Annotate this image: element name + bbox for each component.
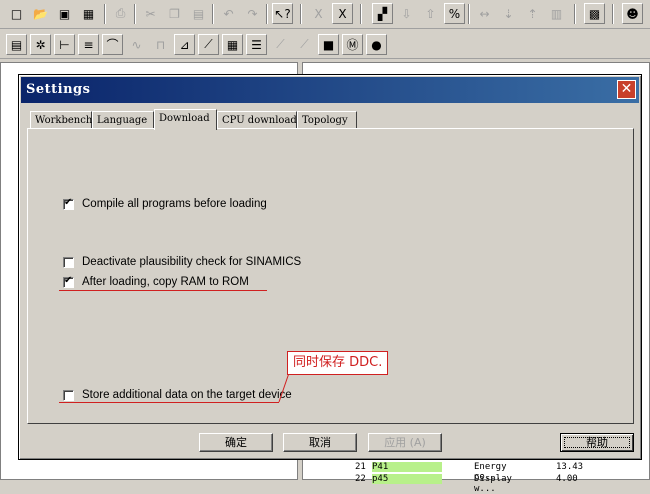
- toolbar-separator: [468, 4, 470, 24]
- toolbar-separator: [104, 4, 106, 24]
- deactivate-plausibility-label: Deactivate plausibility check for SINAMI…: [82, 256, 302, 268]
- grid-row-description: Display w...: [474, 474, 512, 494]
- annotation-callout: 同时保存 DDC.: [287, 351, 389, 375]
- toolbar-separator: [300, 4, 302, 24]
- toolbar-separator: [266, 4, 268, 24]
- grid-row-number: 22: [355, 474, 366, 484]
- table-icon[interactable]: ▦: [222, 34, 243, 55]
- option-copy-ram-to-rom[interactable]: After loading, copy RAM to ROM: [63, 275, 249, 288]
- copy-ram-to-rom-label: After loading, copy RAM to ROM: [82, 276, 249, 288]
- user-icon[interactable]: ☻: [622, 3, 643, 24]
- grid-row-number: 21: [355, 462, 366, 472]
- annotation-connector: [278, 372, 290, 403]
- annotation-underline: [59, 290, 267, 291]
- connect-icon[interactable]: ▞: [372, 3, 393, 24]
- gear-icon[interactable]: ✲: [30, 34, 51, 55]
- block-icon[interactable]: ■: [318, 34, 339, 55]
- deactivate-plausibility-checkbox[interactable]: [63, 256, 74, 268]
- tab-download[interactable]: Download: [154, 109, 217, 130]
- compile-programs-label: Compile all programs before loading: [82, 198, 267, 210]
- apply-button[interactable]: 应用 (A): [368, 433, 442, 452]
- dialog-title: Settings: [26, 82, 91, 97]
- tab-workbench[interactable]: Workbench: [30, 111, 92, 129]
- secondary-toolbar: ▤ ✲ ⊢ ≡ ⌒ ∿ ⊓ ⊿ ⟋ ▦ ☰ ⟋ ⟋ ■ Ⓜ ●: [0, 31, 650, 59]
- trace-icon[interactable]: ⟋: [294, 34, 315, 55]
- ramp-icon[interactable]: ⊿: [174, 34, 195, 55]
- close-icon: ✕: [620, 81, 633, 97]
- xe-icon[interactable]: X: [332, 3, 353, 24]
- cam-icon[interactable]: ∿: [126, 34, 147, 55]
- toolbar-separator: [612, 4, 614, 24]
- drive-icon[interactable]: ⊢: [54, 34, 75, 55]
- option-store-additional-data[interactable]: Store additional data on the target devi…: [63, 389, 292, 401]
- paste-icon[interactable]: ▤: [188, 3, 209, 24]
- option-compile-programs[interactable]: Compile all programs before loading: [63, 197, 267, 210]
- slope-icon[interactable]: ⟋: [198, 34, 219, 55]
- focus-rectangle: [564, 437, 630, 448]
- option-deactivate-plausibility[interactable]: Deactivate plausibility check for SINAMI…: [63, 256, 301, 268]
- tab-topology[interactable]: Topology: [297, 111, 357, 129]
- undo-icon[interactable]: ↶: [218, 3, 239, 24]
- help-button[interactable]: 帮助: [560, 433, 634, 452]
- grid-row-value: 4.00: [556, 474, 578, 484]
- download-icon[interactable]: ⇩: [396, 3, 417, 24]
- redo-icon[interactable]: ↷: [242, 3, 263, 24]
- compare-icon[interactable]: %: [444, 3, 465, 24]
- x-icon[interactable]: X: [308, 3, 329, 24]
- program-icon[interactable]: ▤: [6, 34, 27, 55]
- toolbar-separator: [360, 4, 362, 24]
- cancel-button[interactable]: 取消: [283, 433, 357, 452]
- bars-icon[interactable]: ☰: [246, 34, 267, 55]
- annotation-underline: [59, 402, 279, 403]
- cut-icon[interactable]: ✂: [140, 3, 161, 24]
- new-icon[interactable]: □: [6, 3, 27, 24]
- store-additional-data-checkbox[interactable]: [63, 389, 74, 401]
- grid-row-name: P41: [372, 462, 442, 472]
- save-icon[interactable]: ▣: [54, 3, 75, 24]
- ok-button[interactable]: 确定: [199, 433, 273, 452]
- axis-icon[interactable]: ↔: [474, 3, 495, 24]
- toolbar-separator: [574, 4, 576, 24]
- profile-icon[interactable]: ⊓: [150, 34, 171, 55]
- grid-row-value: 13.43: [556, 462, 584, 472]
- dialog-titlebar[interactable]: Settings ✕: [21, 77, 639, 103]
- context-help-icon[interactable]: ↖?: [272, 3, 293, 24]
- close-button[interactable]: ✕: [617, 80, 636, 99]
- copy-icon[interactable]: ❐: [164, 3, 185, 24]
- main-toolbar: □ 📂 ▣ ▦ ⎙ ✂ ❐ ▤ ↶ ↷ ↖? X X ▞ ⇩ ⇧ % ↔ ⇣ ⇡…: [0, 0, 650, 29]
- toolbar-separator: [134, 4, 136, 24]
- tab-cpu-download[interactable]: CPU download: [217, 111, 297, 129]
- copy-ram-to-rom-checkbox[interactable]: [63, 275, 74, 288]
- save-compile-icon[interactable]: ▦: [78, 3, 99, 24]
- trend-icon[interactable]: ⟋: [270, 34, 291, 55]
- load-icon[interactable]: ⇣: [498, 3, 519, 24]
- motor-icon[interactable]: Ⓜ: [342, 34, 363, 55]
- cpu-icon[interactable]: ▥: [546, 3, 567, 24]
- toolbar-separator: [212, 4, 214, 24]
- curve-icon[interactable]: ⌒: [102, 34, 123, 55]
- stop-icon[interactable]: ▩: [584, 3, 605, 24]
- compile-programs-checkbox[interactable]: [63, 197, 74, 210]
- upload-icon[interactable]: ⇧: [420, 3, 441, 24]
- circle-icon[interactable]: ●: [366, 34, 387, 55]
- settings-dialog: Settings ✕ Workbench Language Download C…: [18, 74, 642, 460]
- load-cpu-icon[interactable]: ⇡: [522, 3, 543, 24]
- filter-icon[interactable]: ≡: [78, 34, 99, 55]
- open-icon[interactable]: 📂: [30, 3, 51, 24]
- print-icon[interactable]: ⎙: [110, 3, 131, 24]
- store-additional-data-label: Store additional data on the target devi…: [82, 389, 292, 401]
- grid-row-name: p45: [372, 474, 442, 484]
- tab-language[interactable]: Language: [92, 111, 154, 129]
